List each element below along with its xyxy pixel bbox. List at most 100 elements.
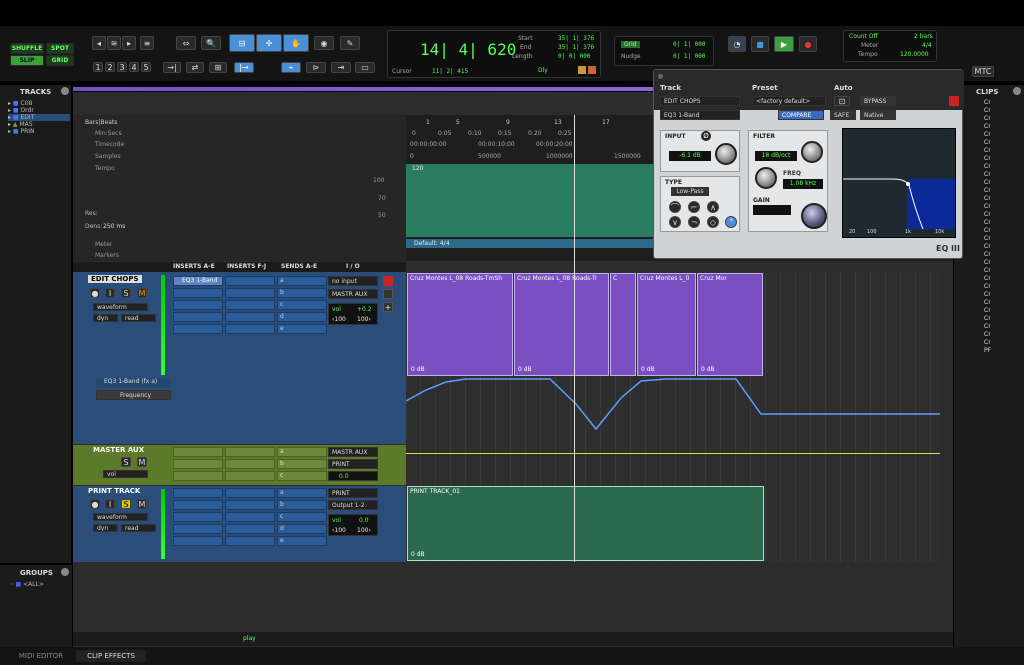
insert-slot-e[interactable] — [173, 324, 223, 334]
input-monitor-button[interactable]: I — [105, 499, 115, 509]
insert-slot-b[interactable] — [173, 288, 223, 298]
insert-slot-j[interactable] — [225, 324, 275, 334]
zoom-preset-5[interactable]: 5 — [141, 62, 151, 72]
input-selector[interactable]: no input — [328, 276, 378, 286]
meter-ruler-lane[interactable]: Default: 4/4 — [406, 239, 656, 248]
send-slot-d[interactable]: d — [277, 312, 327, 322]
send-slot-e[interactable]: e — [277, 536, 327, 546]
ruler-label-meter[interactable]: Meter — [95, 241, 112, 248]
tempo-ruler-lane[interactable]: 120 — [406, 164, 656, 237]
link-timeline-icon[interactable]: ⊳ — [306, 62, 326, 73]
zoom-out-horizontal-icon[interactable]: ◂ — [92, 36, 106, 50]
record-icon[interactable]: ● — [799, 36, 817, 52]
clip-list-item[interactable]: Cr — [984, 163, 991, 171]
insert-slot-i[interactable] — [225, 524, 275, 534]
clip-list-item[interactable]: Cr — [984, 107, 991, 115]
volume-value[interactable]: 0.0 — [359, 517, 369, 524]
volume-pan-box[interactable]: vol 0.0 ‹100 100› — [328, 514, 378, 536]
group-list-item[interactable]: ◦ ■ <ALL> — [10, 581, 44, 588]
clip-effects-tab[interactable]: CLIP EFFECTS — [76, 650, 146, 662]
send-slot-a[interactable]: a — [277, 488, 327, 498]
insert-slot-h[interactable] — [225, 471, 275, 481]
keyboard-focus-icon[interactable]: ⇥ — [331, 62, 351, 73]
insert-slot-f[interactable] — [225, 276, 275, 286]
track-view-select[interactable]: waveform — [93, 303, 148, 311]
ruler-label-minsecs[interactable]: Min:Secs — [95, 130, 122, 137]
selector-tool-icon[interactable]: ✣ — [256, 34, 282, 52]
automation-read[interactable]: read — [121, 314, 156, 322]
track-name[interactable]: EDIT CHOPS — [88, 275, 142, 283]
insert-slot-g[interactable] — [225, 500, 275, 510]
insert-slot-f[interactable] — [225, 488, 275, 498]
spot-mode-button[interactable]: SPOT — [46, 43, 74, 54]
zoom-midi-icon[interactable]: ≡ — [140, 36, 154, 50]
clip-list-item[interactable]: Cr — [984, 115, 991, 123]
clip-list-item[interactable]: Cr — [984, 155, 991, 163]
ruler-label-samples[interactable]: Samples — [95, 153, 121, 160]
solo-button[interactable]: S — [121, 288, 131, 298]
send-slot-b[interactable]: b — [277, 459, 327, 469]
output-selector[interactable]: Output 1-2 — [328, 500, 378, 510]
input-gain-value[interactable]: -6.1 dB — [669, 151, 711, 161]
insert-slot-h[interactable] — [225, 512, 275, 522]
automation-mode[interactable]: dyn — [93, 314, 118, 322]
insert-slot-j[interactable] — [225, 536, 275, 546]
grabber-tool-icon[interactable]: ✋ — [283, 34, 309, 52]
output-selector[interactable]: MASTR AUX — [328, 289, 378, 299]
send-slot-d[interactable]: d — [277, 524, 327, 534]
sends-ae-header[interactable]: SENDS A-E — [281, 263, 317, 270]
phase-invert-icon[interactable]: Ø — [701, 131, 711, 141]
ruler-label-timecode[interactable]: Timecode — [95, 141, 124, 148]
send-slot-c[interactable]: c — [277, 471, 327, 481]
ruler-label-bars[interactable]: Bars|Beats — [85, 119, 117, 126]
mtc-button[interactable]: MTC — [972, 66, 994, 77]
send-slot-c[interactable]: c — [277, 300, 327, 310]
insert-slot-a[interactable] — [173, 488, 223, 498]
gain-value-display[interactable] — [753, 205, 791, 215]
pan-right-value[interactable]: 100› — [357, 527, 371, 534]
clip-list-item[interactable]: Cr — [984, 203, 991, 211]
zoom-preset-1[interactable]: 1 — [93, 62, 103, 72]
clip-list-item[interactable]: Cr — [984, 267, 991, 275]
automation-icon[interactable]: ⊡ — [834, 96, 850, 106]
insert-slot-g[interactable] — [225, 459, 275, 469]
fx-lane-label[interactable]: EQ3 1-Band (fx a) — [96, 378, 171, 388]
link-track-icon[interactable]: ⊞ — [209, 62, 227, 73]
clip-list-item[interactable]: Cr — [984, 123, 991, 131]
volume-value[interactable]: +0.2 — [357, 306, 372, 313]
send-slot-c[interactable]: c — [277, 512, 327, 522]
clip-list-item[interactable]: PF — [984, 347, 991, 355]
pan-right-value[interactable]: 100› — [357, 316, 371, 323]
track-list-item[interactable]: ▸ ▲ MAS — [8, 121, 33, 128]
output-selector[interactable]: PRINT — [328, 459, 378, 469]
s-indicator-icon[interactable] — [578, 66, 586, 74]
insert-slot-g[interactable] — [225, 288, 275, 298]
compare-button[interactable]: COMPARE — [778, 110, 824, 120]
input-selector[interactable]: MASTR AUX — [328, 447, 378, 457]
ruler-label-tempo[interactable]: Tempo — [95, 165, 115, 172]
insert-slot-h[interactable] — [225, 300, 275, 310]
solo-button[interactable]: S — [121, 499, 131, 509]
clip-list-item[interactable]: Cr — [984, 291, 991, 299]
clip-list-item[interactable]: Cr — [984, 179, 991, 187]
filter-type-lowpass-icon[interactable]: ⌝ — [725, 216, 737, 228]
shuffle-mode-button[interactable]: SHUFFLE — [10, 43, 44, 54]
zoomer-tool-icon[interactable]: 🔍 — [201, 36, 221, 50]
count-off-value[interactable]: 2 bars — [914, 33, 933, 40]
insertion-follows-icon[interactable]: |→ — [234, 62, 254, 73]
stop-icon[interactable]: ■ — [751, 36, 769, 52]
send-slot-b[interactable]: b — [277, 500, 327, 510]
track-list-item[interactable]: ▸ ■ Ordr — [8, 107, 34, 114]
groups-menu-icon[interactable] — [61, 568, 69, 576]
tempo-value[interactable]: 120.0000 — [900, 51, 929, 58]
track-list-item[interactable]: ▸ ■ C08 — [8, 100, 32, 107]
io-header[interactable]: I / O — [346, 263, 360, 270]
insert-slot-d[interactable] — [173, 524, 223, 534]
clip-list-item[interactable]: Cr — [984, 243, 991, 251]
tab-to-transient-icon[interactable]: →| — [163, 62, 181, 73]
end-value[interactable]: 35| 1| 376 — [558, 44, 594, 51]
start-value[interactable]: 35| 1| 376 — [558, 35, 594, 42]
audio-clip[interactable]: PRINT TRACK_01 0 dB — [407, 486, 764, 561]
input-selector[interactable]: PRINT — [328, 488, 378, 498]
clip-list-item[interactable]: Cr — [984, 131, 991, 139]
